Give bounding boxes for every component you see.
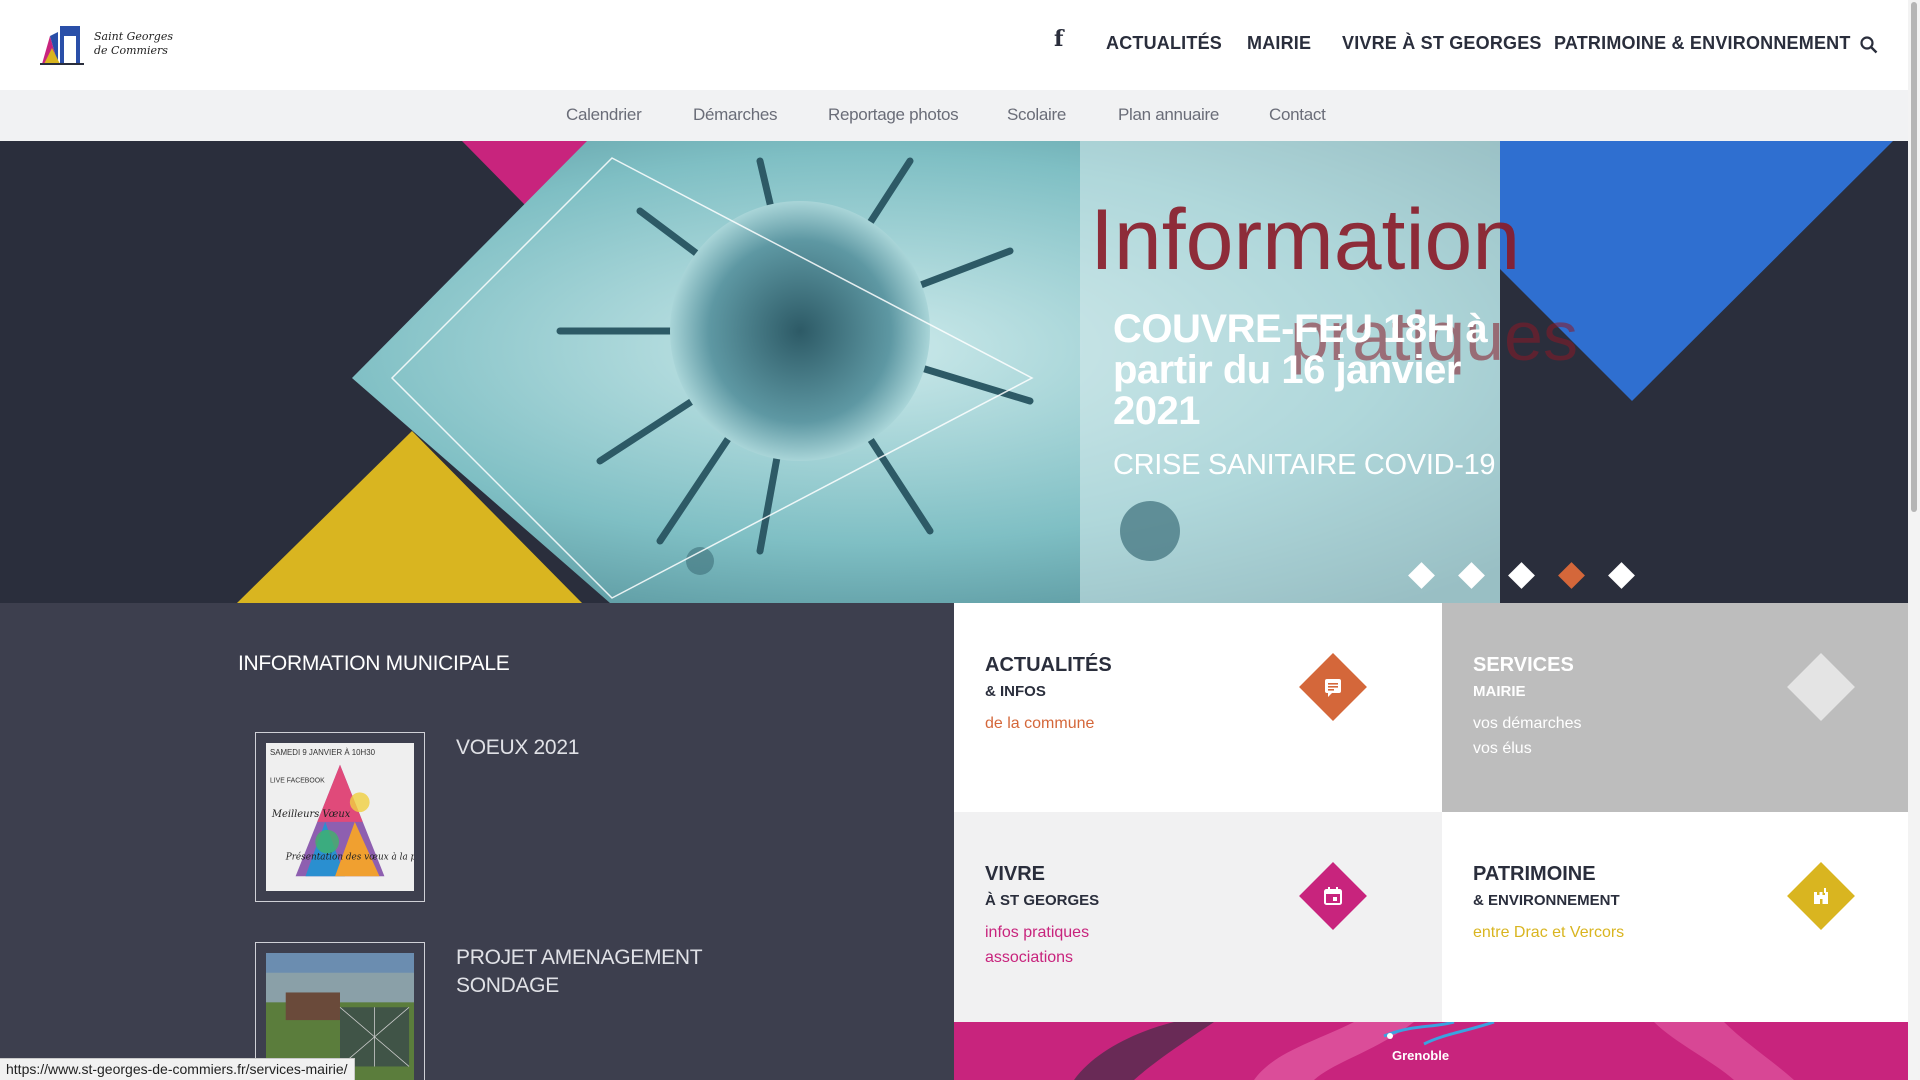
facebook-icon[interactable]: f [1054,26,1070,56]
news-item[interactable]: SAMEDI 9 JANVIER À 10H30 LIVE FACEBOOK M… [255,732,775,902]
news-thumbnail[interactable]: SAMEDI 9 JANVIER À 10H30 LIVE FACEBOOK M… [255,732,459,902]
subnav-demarches[interactable]: Démarches [693,105,778,125]
tile-services[interactable]: SERVICES MAIRIE vos démarches vos élus [1442,603,1920,812]
subnav-plan-annuaire[interactable]: Plan annuaire [1118,105,1219,125]
calendar-icon[interactable] [1299,862,1367,930]
hero-subtitle[interactable]: CRISE SANITAIRE COVID-19 [1113,449,1496,482]
logo-line-2: de Commiers [94,44,168,57]
tile-subtitle: MAIRIE [1473,683,1526,700]
hero-artwork [237,141,1893,603]
hero-background-text: Information [1090,192,1521,288]
map-label-grenoble: Grenoble [1392,1048,1450,1063]
tile-actualites[interactable]: ACTUALITÉS & INFOS de la commune [954,603,1442,812]
tile-title: VIVRE [985,863,1046,885]
thumb-live-text: LIVE FACEBOOK [270,777,325,784]
subnav-reportage-photos[interactable]: Reportage photos [828,105,959,125]
diamond-icon[interactable] [1787,653,1855,721]
site-header: Saint Georges de Commiers f ACTUALITÉS M… [0,0,1908,90]
logo-line-1: Saint Georges [94,30,173,43]
news-title[interactable]: VOEUX 2021 [456,734,756,762]
tile-link[interactable]: associations [985,949,1073,967]
logo-text: Saint Georges de Commiers [94,30,173,58]
tile-vivre[interactable]: VIVRE À ST GEORGES infos pratiques assoc… [954,812,1442,1022]
tile-link[interactable]: vos élus [1473,740,1532,758]
nav-vivre[interactable]: VIVRE À ST GEORGES [1342,33,1542,54]
search-icon[interactable] [1860,36,1878,54]
tile-link[interactable]: entre Drac et Vercors [1473,924,1624,942]
link-status-bar: https://www.st-georges-de-commiers.fr/se… [0,1058,355,1080]
hero-title[interactable]: COUVRE-FEU 18H à partir du 16 janvier 20… [1113,309,1553,432]
tile-subtitle: & ENVIRONNEMENT [1473,892,1620,909]
subnav-calendrier[interactable]: Calendrier [566,105,642,125]
tile-title: PATRIMOINE [1473,863,1596,885]
thumb-presentation-text: Présentation des vœux à la population [285,851,414,862]
thumb-greeting-text: Meilleurs Vœux [271,809,351,820]
scrollbar-thumb[interactable] [1911,2,1917,512]
tile-link[interactable]: infos pratiques [985,924,1089,942]
nav-mairie[interactable]: MAIRIE [1247,33,1311,54]
tile-link[interactable]: vos démarches [1473,715,1582,733]
nav-patrimoine[interactable]: PATRIMOINE & ENVIRONNEMENT [1554,33,1851,54]
section-heading: INFORMATION MUNICIPALE [238,652,510,675]
tile-title: ACTUALITÉS [985,654,1112,676]
subnav-contact[interactable]: Contact [1269,105,1326,125]
news-icon[interactable] [1299,653,1367,721]
map-preview[interactable]: Grenoble [954,1022,1908,1080]
tile-patrimoine[interactable]: PATRIMOINE & ENVIRONNEMENT entre Drac et… [1442,812,1920,1022]
sub-nav: Calendrier Démarches Reportage photos Sc… [0,90,1908,141]
tile-subtitle: & INFOS [985,683,1046,700]
nav-actualites[interactable]: ACTUALITÉS [1106,33,1222,54]
thumb-date-text: SAMEDI 9 JANVIER À 10H30 [270,748,376,757]
castle-icon[interactable] [1787,862,1855,930]
tile-subtitle: À ST GEORGES [985,892,1100,909]
tile-title: SERVICES [1473,654,1574,676]
logo-mark [40,26,84,65]
news-title[interactable]: PROJET AMENAGEMENT SONDAGE [456,944,756,1000]
subnav-scolaire[interactable]: Scolaire [1007,105,1066,125]
site-logo[interactable]: Saint Georges de Commiers [40,22,175,68]
page-scrollbar[interactable] [1908,0,1920,1080]
hero-slider: Information pratiques COUVRE-FEU 18H à p… [0,141,1908,603]
voeux-thumbnail-image: SAMEDI 9 JANVIER À 10H30 LIVE FACEBOOK M… [266,743,459,891]
info-municipale-section: INFORMATION MUNICIPALE SAMEDI 9 JANVIER … [0,603,954,1080]
tile-link[interactable]: de la commune [985,715,1094,733]
